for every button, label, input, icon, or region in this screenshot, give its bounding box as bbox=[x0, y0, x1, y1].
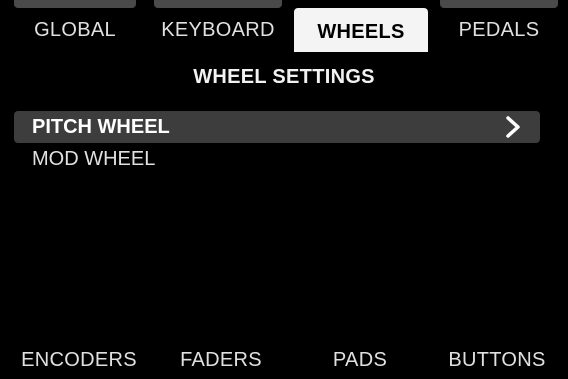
page-title: WHEEL SETTINGS bbox=[193, 66, 375, 88]
list-item-mod-wheel[interactable]: MOD WHEEL bbox=[14, 143, 540, 175]
bottom-tab-bar: ENCODERS FADERS PADS BUTTONS bbox=[0, 343, 568, 379]
tab-buttons[interactable]: BUTTONS bbox=[430, 343, 564, 379]
tab-cap bbox=[154, 0, 282, 8]
tab-pedals-label: PEDALS bbox=[458, 19, 540, 41]
tab-encoders[interactable]: ENCODERS bbox=[8, 343, 150, 379]
tab-global-label: GLOBAL bbox=[34, 19, 116, 41]
tab-pedals[interactable]: PEDALS bbox=[434, 0, 564, 52]
tab-keyboard[interactable]: KEYBOARD bbox=[148, 0, 288, 52]
tab-cap bbox=[440, 0, 558, 8]
tab-faders[interactable]: FADERS bbox=[152, 343, 290, 379]
device-screen: GLOBAL KEYBOARD WHEELS PEDALS WHEEL SETT… bbox=[0, 0, 568, 379]
list-item-label: PITCH WHEEL bbox=[32, 116, 170, 138]
list-item-pitch-wheel[interactable]: PITCH WHEEL bbox=[14, 111, 540, 143]
tab-global[interactable]: GLOBAL bbox=[8, 0, 142, 52]
tab-wheels-label: WHEELS bbox=[317, 21, 405, 43]
chevron-right-icon bbox=[506, 116, 520, 138]
tab-cap bbox=[14, 0, 136, 8]
list-item-label: MOD WHEEL bbox=[32, 148, 156, 170]
tab-pads[interactable]: PADS bbox=[294, 343, 426, 379]
tab-keyboard-label: KEYBOARD bbox=[161, 19, 275, 41]
top-tab-bar: GLOBAL KEYBOARD WHEELS PEDALS bbox=[0, 0, 568, 52]
tab-wheels[interactable]: WHEELS bbox=[294, 8, 428, 52]
settings-list: PITCH WHEEL MOD WHEEL bbox=[14, 111, 540, 175]
